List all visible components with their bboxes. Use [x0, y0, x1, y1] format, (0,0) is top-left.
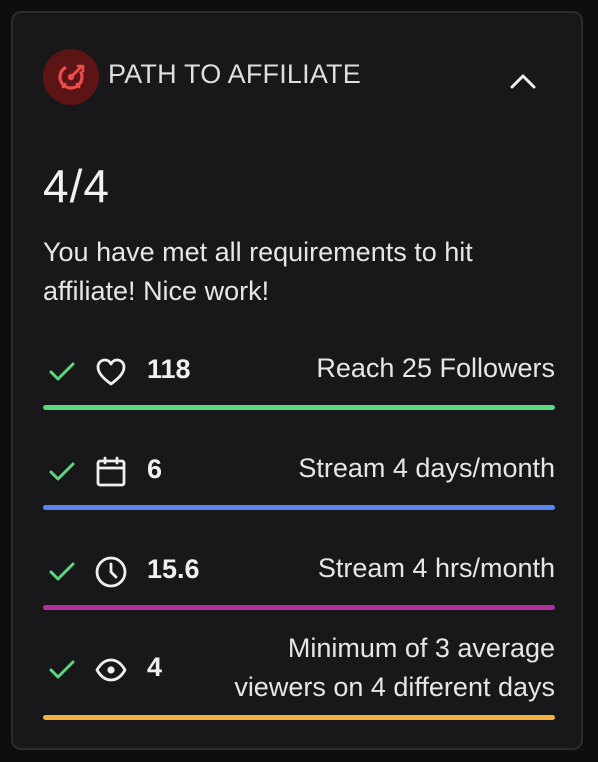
card-title: PATH TO AFFILIATE	[108, 59, 361, 89]
requirement-label: Stream 4 days/month	[298, 453, 555, 483]
checkmark-icon	[47, 557, 77, 587]
requirement-progress-bar	[43, 405, 555, 410]
checkmark-icon	[47, 357, 77, 387]
requirement-progress-bar	[43, 505, 555, 510]
calendar-icon	[93, 454, 129, 490]
requirement-value: 15.6	[147, 554, 200, 584]
requirements-progress: 4/4	[43, 160, 110, 212]
heart-icon	[93, 354, 129, 390]
requirement-average-viewers: 4 Minimum of 3 average viewers on 4 diff…	[43, 631, 555, 721]
target-icon	[43, 49, 99, 105]
card-header: PATH TO AFFILIATE	[43, 49, 563, 105]
clock-icon	[93, 554, 129, 590]
path-to-affiliate-card: PATH TO AFFILIATE 4/4 You have met all r…	[11, 11, 583, 750]
requirement-label-line: viewers on 4 different days	[234, 672, 555, 702]
requirement-value: 6	[147, 454, 163, 484]
requirement-value: 118	[147, 354, 191, 384]
requirement-label: Stream 4 hrs/month	[317, 553, 555, 583]
chevron-up-icon	[510, 74, 536, 89]
collapse-button[interactable]	[503, 61, 543, 101]
eye-icon	[93, 652, 129, 688]
requirement-label: Minimum of 3 average viewers on 4 differ…	[234, 629, 555, 707]
checkmark-icon	[47, 457, 77, 487]
requirement-followers: 118 Reach 25 Followers	[43, 343, 555, 410]
requirement-stream-hours: 15.6 Stream 4 hrs/month	[43, 543, 555, 610]
requirement-label: Reach 25 Followers	[316, 353, 555, 383]
requirement-progress-bar	[43, 605, 555, 610]
requirement-progress-bar	[43, 715, 555, 720]
requirement-stream-days: 6 Stream 4 days/month	[43, 443, 555, 510]
checkmark-icon	[47, 655, 77, 685]
requirement-label-line: Minimum of 3 average	[287, 633, 555, 663]
status-message: You have met all requirements to hit aff…	[43, 237, 473, 306]
requirement-value: 4	[147, 652, 163, 682]
